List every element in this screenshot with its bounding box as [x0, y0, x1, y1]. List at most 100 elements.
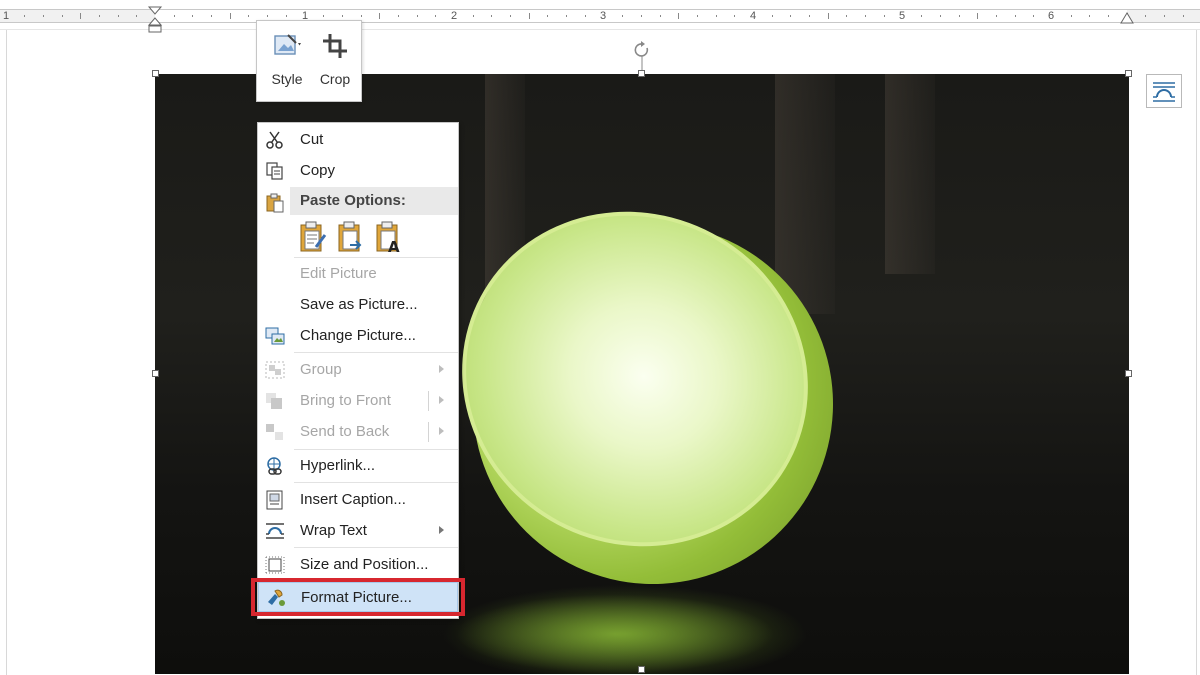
menu-item-copy[interactable]: Copy	[258, 156, 458, 186]
menu-item-hyperlink[interactable]: Hyperlink...	[258, 451, 458, 481]
clipboard-icon	[266, 193, 284, 213]
rotate-handle-icon[interactable]	[631, 40, 653, 74]
menu-item-save-as-picture[interactable]: Save as Picture...	[258, 290, 458, 320]
context-menu: Cut Copy Paste Options: A Edit Picture S…	[257, 122, 459, 619]
background-post	[885, 74, 935, 274]
highlight-annotation-box	[251, 578, 465, 616]
ruler-tick	[1108, 15, 1109, 17]
svg-text:A: A	[388, 238, 400, 255]
paste-keep-formatting-icon[interactable]	[298, 219, 328, 255]
crop-button[interactable]: Crop	[311, 27, 359, 95]
ruler-number: 6	[1048, 10, 1055, 22]
menu-item-insert-caption[interactable]: Insert Caption...	[258, 485, 458, 515]
horizontal-ruler[interactable]: 1 1 2 3 4 5 6	[0, 0, 1200, 33]
right-indent-marker-icon[interactable]	[1120, 12, 1134, 24]
ruler-tick	[660, 15, 661, 17]
ruler-tick	[62, 15, 63, 17]
indent-marker-icon[interactable]	[147, 6, 163, 34]
ruler-tick	[286, 15, 287, 17]
ruler-tick	[809, 15, 810, 17]
caption-icon	[266, 490, 283, 510]
layout-options-button[interactable]	[1146, 74, 1182, 108]
menu-label-bring-to-front: Bring to Front	[300, 392, 391, 409]
ruler-tick	[996, 15, 997, 17]
crop-icon	[323, 34, 347, 58]
menu-label-size-and-position: Size and Position...	[300, 556, 429, 573]
ruler-tick	[1071, 15, 1072, 17]
menu-label-hyperlink: Hyperlink...	[300, 457, 376, 474]
ruler-tick	[921, 15, 922, 17]
layout-options-icon	[1153, 82, 1175, 102]
paste-options-label: Paste Options:	[300, 192, 406, 209]
ruler-tick	[361, 15, 362, 17]
ruler-tick	[641, 15, 642, 17]
ruler-tick	[99, 15, 100, 17]
menu-label-change-picture: Change Picture...	[300, 327, 416, 344]
menu-separator	[294, 257, 458, 258]
ruler-tick	[678, 13, 679, 19]
ruler-tick	[772, 15, 773, 17]
ruler-tick	[435, 15, 436, 17]
paste-text-only-icon[interactable]: A	[374, 219, 404, 255]
paste-options-header: Paste Options:	[290, 187, 458, 215]
ruler-tick	[959, 15, 960, 17]
style-button[interactable]: Style	[263, 27, 311, 95]
ruler-tick	[1164, 15, 1165, 17]
menu-label-cut: Cut	[300, 131, 324, 148]
menu-item-size-and-position[interactable]: Size and Position...	[258, 550, 458, 580]
resize-handle[interactable]	[638, 70, 645, 77]
ruler-tick	[379, 13, 380, 19]
chevron-right-icon	[439, 526, 444, 534]
ruler-tick	[697, 15, 698, 17]
ruler-tick	[790, 15, 791, 17]
menu-item-send-to-back: Send to Back	[258, 417, 458, 447]
ruler-tick	[192, 15, 193, 17]
menu-label-save-as-picture: Save as Picture...	[300, 296, 418, 313]
size-position-icon	[265, 556, 285, 574]
page-edge	[1196, 30, 1197, 675]
change-picture-icon	[265, 327, 285, 345]
bring-front-icon	[266, 393, 282, 409]
menu-label-send-to-back: Send to Back	[300, 423, 390, 440]
ruler-tick	[473, 15, 474, 17]
ruler-tick	[174, 15, 175, 17]
resize-handle[interactable]	[1125, 70, 1132, 77]
chevron-right-icon	[439, 365, 444, 373]
ruler-tick	[248, 15, 249, 17]
menu-item-cut[interactable]: Cut	[258, 125, 458, 155]
ruler-tick	[211, 15, 212, 17]
menu-label-edit-picture: Edit Picture	[300, 265, 377, 282]
ruler-tick	[491, 15, 492, 17]
hyperlink-icon	[267, 457, 282, 475]
split-divider	[428, 422, 429, 442]
paste-picture-icon[interactable]	[336, 219, 366, 255]
scissors-icon	[266, 131, 283, 149]
menu-label-copy: Copy	[300, 162, 336, 179]
send-back-icon	[266, 424, 283, 440]
ruler-tick	[398, 15, 399, 17]
ruler-tick	[547, 15, 548, 17]
picture-style-icon	[274, 34, 301, 55]
ruler-tick	[80, 13, 81, 19]
ruler-tick	[417, 15, 418, 17]
chevron-right-icon	[439, 396, 444, 404]
style-label: Style	[271, 71, 303, 87]
resize-handle[interactable]	[638, 666, 645, 673]
resize-handle[interactable]	[1125, 370, 1132, 377]
ruler-tick	[118, 15, 119, 17]
menu-item-wrap-text[interactable]: Wrap Text	[258, 516, 458, 546]
menu-separator	[294, 482, 458, 483]
ruler-tick	[510, 15, 511, 17]
ruler-tick	[1145, 15, 1146, 17]
menu-item-group: Group	[258, 355, 458, 385]
resize-handle[interactable]	[152, 70, 159, 77]
split-divider	[428, 391, 429, 411]
crop-label: Crop	[319, 71, 351, 87]
mini-toolbar: Style Crop	[256, 20, 362, 102]
ruler-tick	[940, 15, 941, 17]
ruler-tick	[884, 15, 885, 17]
resize-handle[interactable]	[152, 370, 159, 377]
menu-item-change-picture[interactable]: Change Picture...	[258, 321, 458, 351]
menu-item-edit-picture: Edit Picture	[258, 259, 458, 289]
ruler-tick	[323, 15, 324, 17]
